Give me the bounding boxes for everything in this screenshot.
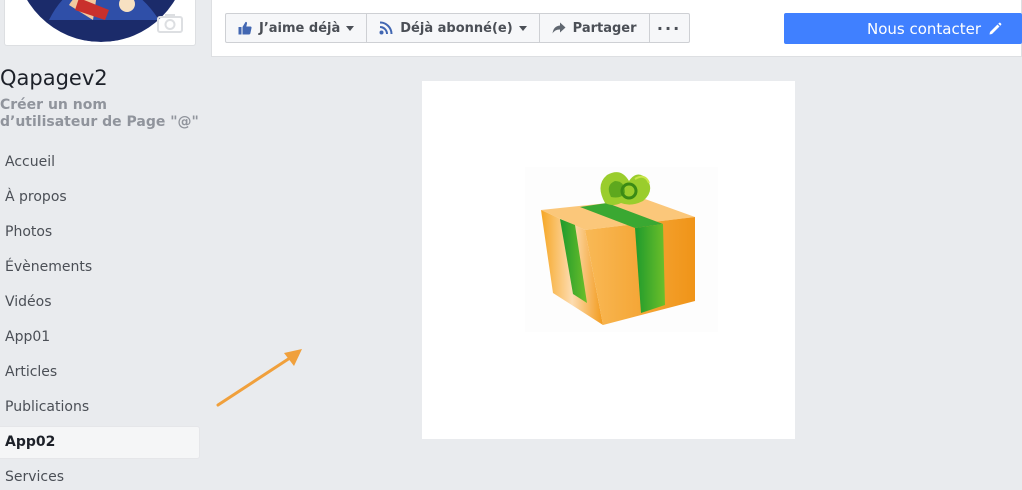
more-options-button[interactable]: ··· <box>648 13 690 43</box>
share-button-label: Partager <box>572 20 637 36</box>
pencil-icon <box>989 22 1002 34</box>
nav-item-evenements[interactable]: Évènements <box>0 250 200 285</box>
like-button[interactable]: J’aime déjà <box>225 13 368 43</box>
share-button[interactable]: Partager <box>538 13 650 43</box>
follow-button-label: Déjà abonné(e) <box>400 20 513 36</box>
page-action-bar: J’aime déjà Déjà abonné(e) Partager ··· … <box>211 0 1022 57</box>
chevron-down-icon <box>518 25 527 31</box>
page-nav: Accueil À propos Photos Évènements Vidéo… <box>0 145 200 490</box>
nav-item-articles[interactable]: Articles <box>0 355 200 390</box>
share-arrow-icon <box>552 22 566 34</box>
chevron-down-icon <box>346 25 355 31</box>
create-username-link[interactable]: Créer un nom d’utilisateur de Page "@" <box>0 97 200 131</box>
camera-icon[interactable] <box>157 13 183 33</box>
thumbs-up-icon <box>238 21 252 35</box>
follow-button[interactable]: Déjà abonné(e) <box>366 13 540 43</box>
nav-item-app02[interactable]: App02 <box>0 426 200 459</box>
page-title[interactable]: Qapagev2 <box>0 66 108 90</box>
nav-item-videos[interactable]: Vidéos <box>0 285 200 320</box>
nav-item-photos[interactable]: Photos <box>0 215 200 250</box>
like-button-label: J’aime déjà <box>259 20 341 36</box>
annotation-arrow <box>216 349 302 407</box>
nav-item-app01[interactable]: App01 <box>0 320 200 355</box>
gift-box-image <box>525 167 718 332</box>
action-button-group: J’aime déjà Déjà abonné(e) Partager ··· <box>225 13 690 43</box>
profile-picture[interactable] <box>4 0 196 46</box>
contact-us-button[interactable]: Nous contacter <box>784 13 1022 44</box>
nav-item-a-propos[interactable]: À propos <box>0 180 200 215</box>
contact-button-label: Nous contacter <box>866 19 981 38</box>
nav-item-publications[interactable]: Publications <box>0 390 200 425</box>
rss-icon <box>379 21 393 35</box>
nav-item-services[interactable]: Services <box>0 460 200 490</box>
nav-item-accueil[interactable]: Accueil <box>0 145 200 180</box>
app-content-card <box>422 81 795 439</box>
